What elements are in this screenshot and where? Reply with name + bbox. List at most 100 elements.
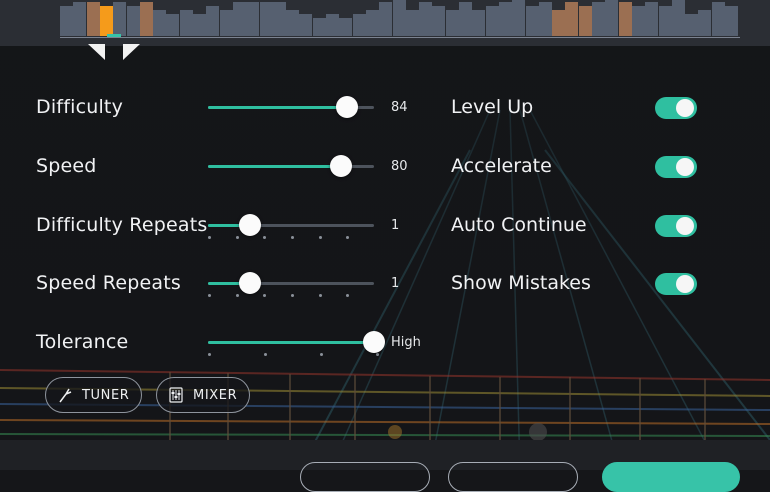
tuner-label: TUNER xyxy=(82,387,130,403)
toggle-switch[interactable] xyxy=(655,156,697,178)
timeline-bar xyxy=(618,2,632,36)
setting-label: Speed Repeats xyxy=(36,272,181,294)
timeline-bar xyxy=(685,14,699,36)
mixer-label: MIXER xyxy=(193,387,238,403)
timeline-bar xyxy=(605,0,619,36)
toggle-switch[interactable] xyxy=(655,215,697,237)
timeline-bar xyxy=(86,2,100,36)
toggle-label: Show Mistakes xyxy=(451,272,591,294)
slider-tick xyxy=(236,236,239,239)
tuner-button[interactable]: TUNER xyxy=(45,377,142,413)
slider-tick xyxy=(291,236,294,239)
timeline-bar xyxy=(725,6,738,36)
timeline-bar xyxy=(392,0,406,36)
setting-slider[interactable] xyxy=(208,95,374,119)
timeline-bar xyxy=(246,2,260,36)
slider-tick xyxy=(319,294,322,297)
timeline-bar xyxy=(658,6,672,36)
setting-slider[interactable] xyxy=(208,213,374,239)
timeline-bar xyxy=(578,6,592,36)
toggle-switch[interactable] xyxy=(655,97,697,119)
slider-fill xyxy=(208,165,341,168)
setting-value: High xyxy=(391,335,421,350)
slider-tick xyxy=(346,294,349,297)
timeline-bar xyxy=(592,2,605,36)
timeline-bar xyxy=(286,10,300,36)
slider-thumb[interactable] xyxy=(336,96,358,118)
bottom-button-2[interactable] xyxy=(448,462,578,492)
timeline-bars xyxy=(60,0,740,40)
slider-thumb[interactable] xyxy=(239,214,261,236)
timeline-bar xyxy=(671,0,685,36)
slider-fill xyxy=(208,341,374,344)
setting-slider[interactable] xyxy=(208,271,374,297)
mixer-sliders-icon xyxy=(169,387,183,403)
slider-thumb[interactable] xyxy=(330,155,352,177)
timeline-bar xyxy=(326,14,339,36)
setting-value: 84 xyxy=(391,100,408,115)
timeline-bar xyxy=(379,2,393,36)
slider-tick xyxy=(236,294,239,297)
setting-value: 80 xyxy=(391,159,408,174)
timeline-bar xyxy=(299,14,313,36)
timeline-bar xyxy=(472,10,486,36)
timeline-bar xyxy=(445,10,459,36)
timeline-bar xyxy=(459,2,472,36)
timeline-bar xyxy=(232,2,246,36)
setting-label: Difficulty Repeats xyxy=(36,214,208,236)
toggle-knob xyxy=(676,217,694,235)
timeline-position-marker xyxy=(107,34,121,37)
timeline-bar xyxy=(73,2,87,36)
bottom-button-primary[interactable] xyxy=(602,462,740,492)
slider-tick xyxy=(208,294,211,297)
setting-slider[interactable] xyxy=(208,330,385,356)
timeline-bar xyxy=(525,6,539,36)
tuning-fork-icon xyxy=(59,388,72,403)
slider-thumb[interactable] xyxy=(239,272,261,294)
timeline-bar xyxy=(312,18,326,36)
mixer-button[interactable]: MIXER xyxy=(156,377,250,413)
song-timeline[interactable] xyxy=(0,0,770,46)
setting-value: 1 xyxy=(391,276,400,291)
slider-tick xyxy=(291,294,294,297)
timeline-baseline xyxy=(60,37,740,38)
toggle-label: Auto Continue xyxy=(451,214,587,236)
toggle-knob xyxy=(676,99,694,117)
slider-tick xyxy=(263,294,266,297)
timeline-bar xyxy=(711,2,725,36)
timeline-bar xyxy=(405,10,419,36)
timeline-bar xyxy=(166,14,180,36)
slider-tick xyxy=(320,353,323,356)
slider-tick xyxy=(263,236,266,239)
timeline-bar xyxy=(365,10,379,36)
timeline-bar xyxy=(631,6,645,36)
bottom-button-1[interactable] xyxy=(300,462,430,492)
timeline-bar xyxy=(126,6,140,36)
timeline-bar xyxy=(432,6,446,36)
timeline-bar xyxy=(352,14,366,36)
toggle-label: Accelerate xyxy=(451,155,552,177)
toggle-label: Level Up xyxy=(451,96,534,118)
setting-slider[interactable] xyxy=(208,154,374,178)
slider-tick xyxy=(264,353,267,356)
timeline-bar xyxy=(272,2,286,36)
timeline-bar xyxy=(565,2,579,36)
timeline-bar xyxy=(259,2,273,36)
playhead-pointer-icon xyxy=(88,44,140,60)
setting-label: Tolerance xyxy=(36,331,129,353)
timeline-bar xyxy=(193,14,206,36)
slider-tick xyxy=(346,236,349,239)
slider-thumb[interactable] xyxy=(363,331,385,353)
slider-tick xyxy=(376,353,379,356)
timeline-bar xyxy=(113,2,127,36)
setting-label: Difficulty xyxy=(36,96,124,118)
timeline-bar xyxy=(139,2,153,36)
toggle-knob xyxy=(676,275,694,293)
timeline-bar xyxy=(485,6,499,36)
timeline-bar xyxy=(498,2,512,36)
toggle-knob xyxy=(676,158,694,176)
toggle-switch[interactable] xyxy=(655,273,697,295)
timeline-bar xyxy=(512,0,526,36)
timeline-bar xyxy=(339,18,353,36)
slider-fill xyxy=(208,106,347,109)
